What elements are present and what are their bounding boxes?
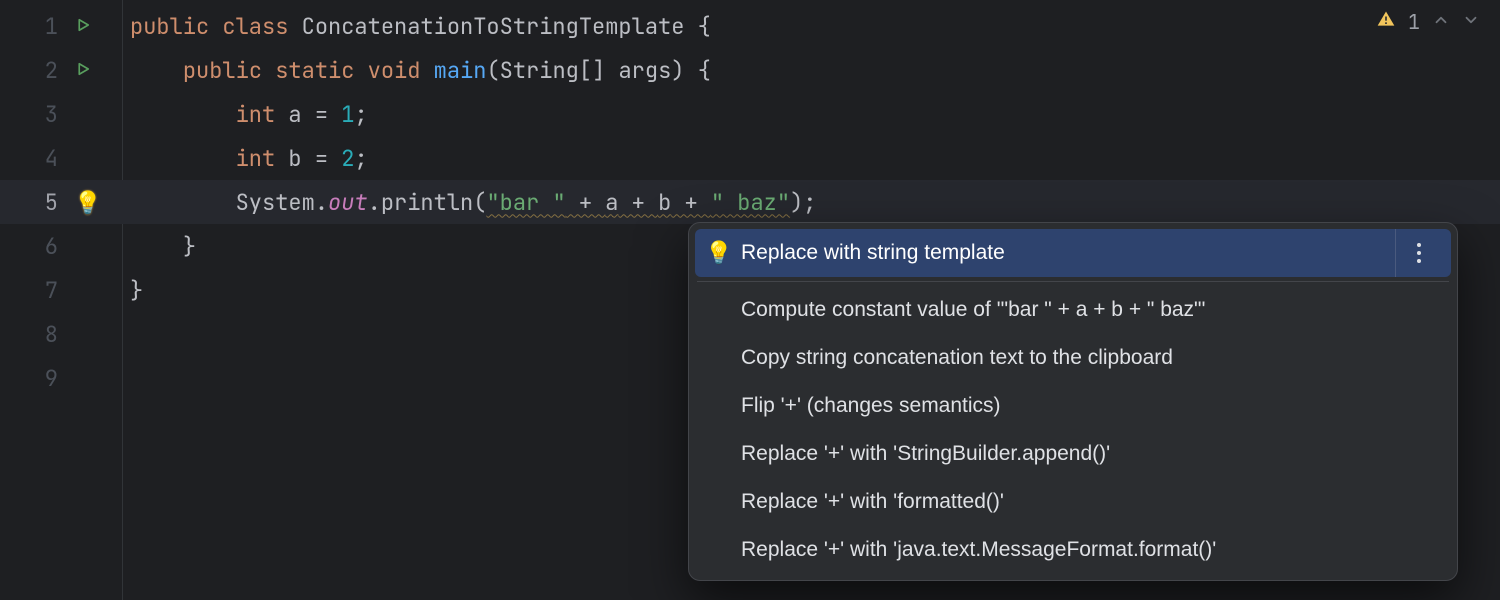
intention-label: Copy string concatenation text to the cl…: [741, 346, 1173, 370]
line-number[interactable]: 2: [0, 48, 68, 92]
chevron-up-icon[interactable]: [1432, 9, 1450, 35]
gutter-icon-row: [68, 312, 122, 356]
code-line[interactable]: int a = 1;: [122, 92, 1500, 136]
more-actions-button[interactable]: [1395, 229, 1441, 277]
keyword: public: [183, 56, 262, 85]
gutter-icon-row: [68, 92, 122, 136]
line-number[interactable]: 4: [0, 136, 68, 180]
gutter-icon-row: [68, 356, 122, 400]
number-literal: 2: [341, 144, 354, 173]
type: String: [500, 56, 579, 85]
lightbulb-icon: 💡: [705, 240, 732, 266]
gutter-icon-row: [68, 136, 122, 180]
keyword: int: [236, 144, 276, 173]
gutter-icon-row: [68, 4, 122, 48]
method-name: main: [434, 56, 487, 85]
intention-item-selected[interactable]: 💡 Replace with string template: [695, 229, 1451, 277]
chevron-down-icon[interactable]: [1462, 9, 1480, 35]
intention-label: Replace '+' with 'java.text.MessageForma…: [741, 538, 1216, 562]
keyword: static: [275, 56, 354, 85]
line-number[interactable]: 8: [0, 312, 68, 356]
string-literal: "bar ": [486, 188, 565, 217]
vertical-dots-icon: [1417, 243, 1421, 263]
keyword: void: [368, 56, 421, 85]
lightbulb-icon[interactable]: 💡: [74, 188, 101, 217]
popup-separator: [697, 281, 1449, 282]
code-line[interactable]: public class ConcatenationToStringTempla…: [122, 4, 1500, 48]
line-number[interactable]: 1: [0, 4, 68, 48]
string-literal: " baz": [711, 188, 790, 217]
code-line-current[interactable]: System.out.println("bar " + a + b + " ba…: [122, 180, 1500, 224]
run-icon[interactable]: [74, 56, 92, 85]
intention-item[interactable]: Flip '+' (changes semantics): [695, 382, 1451, 430]
number-literal: 1: [341, 100, 354, 129]
keyword: class: [222, 12, 288, 41]
gutter-icon-row: [68, 48, 122, 92]
code-line[interactable]: int b = 2;: [122, 136, 1500, 180]
line-number[interactable]: 3: [0, 92, 68, 136]
gutter-icon-row: 💡: [68, 180, 122, 224]
code-editor: 123456789 💡 public class ConcatenationTo…: [0, 0, 1500, 600]
line-number[interactable]: 6: [0, 224, 68, 268]
line-number-gutter: 123456789: [0, 0, 68, 600]
intention-item[interactable]: Replace '+' with 'java.text.MessageForma…: [695, 526, 1451, 574]
intention-actions-popup[interactable]: 💡 Replace with string template Compute c…: [688, 222, 1458, 581]
gutter-icon-row: [68, 268, 122, 312]
intention-item[interactable]: Replace '+' with 'StringBuilder.append()…: [695, 430, 1451, 478]
class-name: ConcatenationToStringTemplate: [302, 12, 685, 41]
intention-label: Replace '+' with 'formatted()': [741, 490, 1004, 514]
intention-item[interactable]: Replace '+' with 'formatted()': [695, 478, 1451, 526]
line-number[interactable]: 9: [0, 356, 68, 400]
brace: {: [698, 12, 711, 41]
intention-item[interactable]: Copy string concatenation text to the cl…: [695, 334, 1451, 382]
code-line[interactable]: public static void main(String[] args) {: [122, 48, 1500, 92]
gutter-icons-column: 💡: [68, 0, 122, 600]
intention-label: Flip '+' (changes semantics): [741, 394, 1001, 418]
gutter-icon-row: [68, 224, 122, 268]
warning-span[interactable]: "bar " + a + b + " baz": [486, 188, 790, 217]
line-number[interactable]: 7: [0, 268, 68, 312]
line-number[interactable]: 5: [0, 180, 68, 224]
keyword: int: [236, 100, 276, 129]
intention-label: Replace '+' with 'StringBuilder.append()…: [741, 442, 1110, 466]
static-field: out: [328, 188, 368, 217]
warning-count: 1: [1408, 9, 1420, 35]
inspections-widget[interactable]: 1: [1376, 6, 1480, 38]
intention-item[interactable]: Compute constant value of '"bar " + a + …: [695, 286, 1451, 334]
run-icon[interactable]: [74, 12, 92, 41]
intention-label: Compute constant value of '"bar " + a + …: [741, 298, 1206, 322]
param-name: args: [618, 56, 671, 85]
warning-icon[interactable]: [1376, 9, 1396, 35]
keyword: public: [130, 12, 209, 41]
intention-label: Replace with string template: [741, 241, 1005, 265]
